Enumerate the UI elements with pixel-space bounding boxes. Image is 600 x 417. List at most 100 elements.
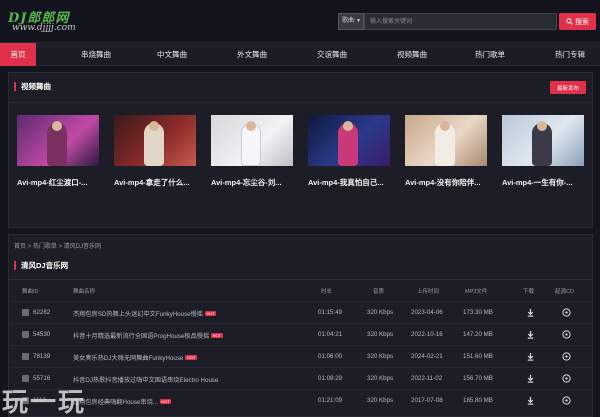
cd-icon[interactable]: [562, 396, 571, 405]
hot-badge: HOT: [159, 399, 172, 404]
divider: [9, 102, 592, 103]
column-header: MP3文件: [465, 289, 488, 295]
video-title[interactable]: Avi-mp4-忘尘谷-刘...: [211, 177, 293, 188]
song-name-cell[interactable]: 美女奏乐热DJ大嗨无网舞曲FunkyHouse HOT: [73, 353, 197, 362]
row-checkbox[interactable]: [22, 309, 29, 316]
column-header: 时长: [321, 289, 333, 295]
list-section-title: 清风DJ音乐网: [14, 261, 68, 270]
song-duration: 01:21:09: [318, 397, 343, 404]
column-header: 下载: [523, 289, 535, 295]
video-card[interactable]: Avi-mp4-红尘渡口-...: [17, 115, 99, 188]
performer-head: [52, 121, 62, 131]
song-name-cell[interactable]: 杰翔包房经典嗨翻House串烧... HOT: [73, 397, 172, 406]
table-row[interactable]: 62282 杰翔包房SD热舞上头迷幻中文FunkyHouse慢摇 HOT 01:1…: [9, 301, 592, 323]
search-button[interactable]: 搜索: [559, 13, 596, 30]
table-row[interactable]: 78139 美女奏乐热DJ大嗨无网舞曲FunkyHouse HOT 01:06:0…: [9, 345, 592, 367]
watermark-logo: 玩一玩: [2, 382, 86, 417]
nav-item-home[interactable]: 首页: [0, 43, 36, 66]
column-header: 舞曲名称: [73, 289, 96, 295]
video-thumbnail[interactable]: [502, 115, 584, 166]
hot-badge: HOT: [211, 333, 223, 338]
upload-date: 2023-04-06: [411, 309, 443, 316]
table-row[interactable]: 55716 抖音DJ热歌抖音播放过嗨中文国语串烧Electro House 01…: [9, 367, 592, 389]
row-checkbox[interactable]: [22, 375, 29, 382]
song-id: 78139: [33, 353, 51, 360]
video-title[interactable]: Avi-mp4-拿走了什么...: [114, 177, 196, 188]
performer-head: [537, 121, 547, 131]
column-header: 上传时间: [417, 289, 440, 295]
song-name[interactable]: 抖音DJ热歌抖音播放过嗨中文国语串烧Electro House: [73, 375, 218, 384]
nav-item-hot-albums[interactable]: 热门专辑: [540, 43, 600, 66]
song-quality: 320 Kbps: [367, 397, 394, 404]
nav-item-video[interactable]: 视频舞曲: [382, 43, 442, 66]
video-card[interactable]: Avi-mp4-一生有你-...: [502, 115, 584, 188]
song-list-section: 首页 > 热门歌单 > 清风DJ音乐网 清风DJ音乐网 舞曲ID 舞曲名称 时长…: [8, 234, 593, 417]
song-duration: 01:08:29: [318, 375, 343, 382]
upload-date: 2022-11-02: [411, 375, 443, 382]
video-thumbnail[interactable]: [308, 115, 390, 166]
video-thumbnail[interactable]: [17, 115, 99, 166]
row-checkbox[interactable]: [22, 331, 29, 338]
search-type-select[interactable]: 歌曲 ▼: [338, 13, 364, 30]
song-duration: 01:04:21: [318, 331, 343, 338]
cd-icon[interactable]: [562, 330, 571, 339]
site-logo-url: www.djjjj.com: [12, 23, 76, 33]
performer-head: [149, 121, 159, 131]
cd-icon[interactable]: [562, 308, 571, 317]
nav-item-chinese[interactable]: 中文舞曲: [142, 43, 202, 66]
nav-item-medley[interactable]: 串烧舞曲: [66, 43, 126, 66]
file-size: 185.80 MB: [463, 397, 493, 404]
column-header: 音质: [373, 289, 385, 295]
file-size: 147.20 MB: [463, 331, 493, 338]
video-thumbnail[interactable]: [211, 115, 293, 166]
song-name[interactable]: 抖音十月精选最新流行全国语ProgHouse极品慢摇: [73, 333, 209, 340]
song-id: 54530: [33, 331, 51, 338]
song-quality: 320 Kbps: [367, 331, 394, 338]
song-quality: 320 Kbps: [367, 353, 394, 360]
performer-head: [440, 121, 450, 131]
row-checkbox[interactable]: [22, 353, 29, 360]
video-card[interactable]: Avi-mp4-忘尘谷-刘...: [211, 115, 293, 188]
download-icon[interactable]: [526, 330, 535, 339]
divider: [9, 279, 592, 280]
download-icon[interactable]: [526, 352, 535, 361]
song-id: 62282: [33, 309, 51, 316]
file-size: 151.60 MB: [463, 353, 493, 360]
song-name-cell[interactable]: 杰翔包房SD热舞上头迷幻中文FunkyHouse慢摇 HOT: [73, 309, 217, 318]
video-thumbnail[interactable]: [114, 115, 196, 166]
site-header: DJ郎郎网 www.djjjj.com 歌曲 ▼ 搜索: [0, 0, 600, 42]
video-card[interactable]: Avi-mp4-拿走了什么...: [114, 115, 196, 188]
song-duration: 01:06:00: [318, 353, 343, 360]
nav-item-hot-playlists[interactable]: 热门歌单: [460, 43, 520, 66]
table-row[interactable]: 54530 抖音十月精选最新流行全国语ProgHouse极品慢摇 HOT 01:0…: [9, 323, 592, 345]
search-input[interactable]: [364, 13, 557, 30]
table-header: 舞曲ID 舞曲名称 时长 音质 上传时间 MP3文件 下载 起源CD: [9, 285, 592, 297]
video-title[interactable]: Avi-mp4-我真怕自己...: [308, 177, 390, 188]
upload-date: 2017-07-08: [411, 397, 443, 404]
video-card[interactable]: Avi-mp4-我真怕自己...: [308, 115, 390, 188]
download-icon[interactable]: [526, 374, 535, 383]
file-size: 156.70 MB: [463, 375, 493, 382]
video-title[interactable]: Avi-mp4-没有你陪伴...: [405, 177, 487, 188]
cd-icon[interactable]: [562, 374, 571, 383]
column-header: 起源CD: [555, 289, 574, 295]
download-icon[interactable]: [526, 396, 535, 405]
breadcrumb[interactable]: 首页 > 热门歌单 > 清风DJ音乐网: [14, 241, 101, 250]
song-name[interactable]: 美女奏乐热DJ大嗨无网舞曲FunkyHouse: [73, 355, 183, 362]
latest-button[interactable]: 最新发布: [550, 81, 586, 94]
download-icon[interactable]: [526, 308, 535, 317]
nav-item-foreign[interactable]: 外文舞曲: [222, 43, 282, 66]
video-card[interactable]: Avi-mp4-没有你陪伴...: [405, 115, 487, 188]
song-duration: 01:15:49: [318, 309, 343, 316]
video-thumbnail[interactable]: [405, 115, 487, 166]
cd-icon[interactable]: [562, 352, 571, 361]
video-title[interactable]: Avi-mp4-一生有你-...: [502, 177, 584, 188]
video-title[interactable]: Avi-mp4-红尘渡口-...: [17, 177, 99, 188]
nav-item-ballroom[interactable]: 交谊舞曲: [302, 43, 362, 66]
song-name-cell[interactable]: 抖音十月精选最新流行全国语ProgHouse极品慢摇 HOT: [73, 331, 223, 340]
song-name[interactable]: 杰翔包房SD热舞上头迷幻中文FunkyHouse慢摇: [73, 311, 203, 318]
performer-head: [343, 121, 353, 131]
column-header: 舞曲ID: [22, 289, 39, 295]
upload-date: 2022-10-16: [411, 331, 443, 338]
table-row[interactable]: 1112 杰翔包房经典嗨翻House串烧... HOT 01:21:09 320 …: [9, 389, 592, 411]
